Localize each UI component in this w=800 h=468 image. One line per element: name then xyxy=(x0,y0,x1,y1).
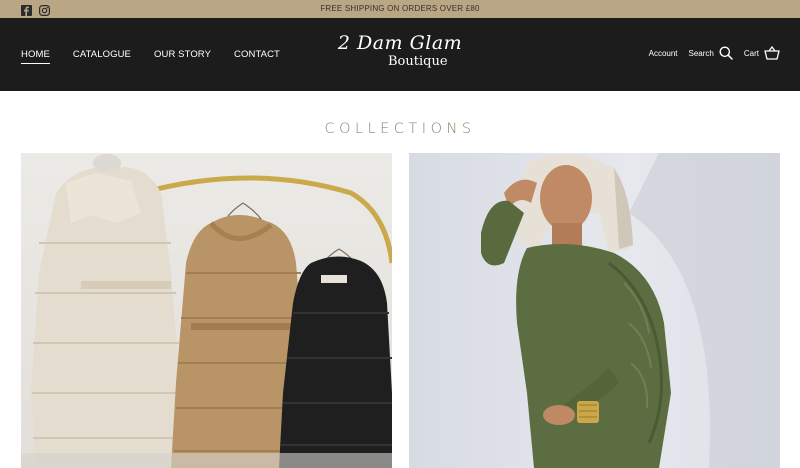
dress-image xyxy=(481,153,780,468)
collection-card-dresses[interactable] xyxy=(409,153,780,468)
cart-button[interactable]: Cart xyxy=(744,46,780,60)
site-logo[interactable]: 2 Dam Glam Boutique xyxy=(330,32,470,69)
site-header: HOME CATALOGUE OUR STORY CONTACT 2 Dam G… xyxy=(0,18,800,91)
nav-our-story[interactable]: OUR STORY xyxy=(154,49,211,64)
logo-line-1: 2 Dam Glam xyxy=(337,32,463,54)
collection-card-coats[interactable] xyxy=(21,153,392,468)
coats-image xyxy=(21,154,392,468)
search-label: Search xyxy=(688,48,714,58)
header-actions: Account Search Cart xyxy=(649,46,780,60)
announcement-bar: FREE SHIPPING ON ORDERS OVER £80 xyxy=(0,0,800,18)
account-link[interactable]: Account xyxy=(649,49,678,58)
promo-text: FREE SHIPPING ON ORDERS OVER £80 xyxy=(320,4,480,13)
search-icon xyxy=(719,46,733,60)
search-button[interactable]: Search xyxy=(689,46,733,60)
logo-line-2: Boutique xyxy=(388,54,448,69)
nav-catalogue[interactable]: CATALOGUE xyxy=(73,49,131,64)
nav-home[interactable]: HOME xyxy=(21,49,50,64)
nav-contact[interactable]: CONTACT xyxy=(234,49,280,64)
cart-basket-icon xyxy=(764,46,780,60)
collections-title: COLLECTIONS xyxy=(324,121,476,137)
main-nav: HOME CATALOGUE OUR STORY CONTACT xyxy=(21,49,280,64)
cart-label: Cart xyxy=(743,48,759,58)
